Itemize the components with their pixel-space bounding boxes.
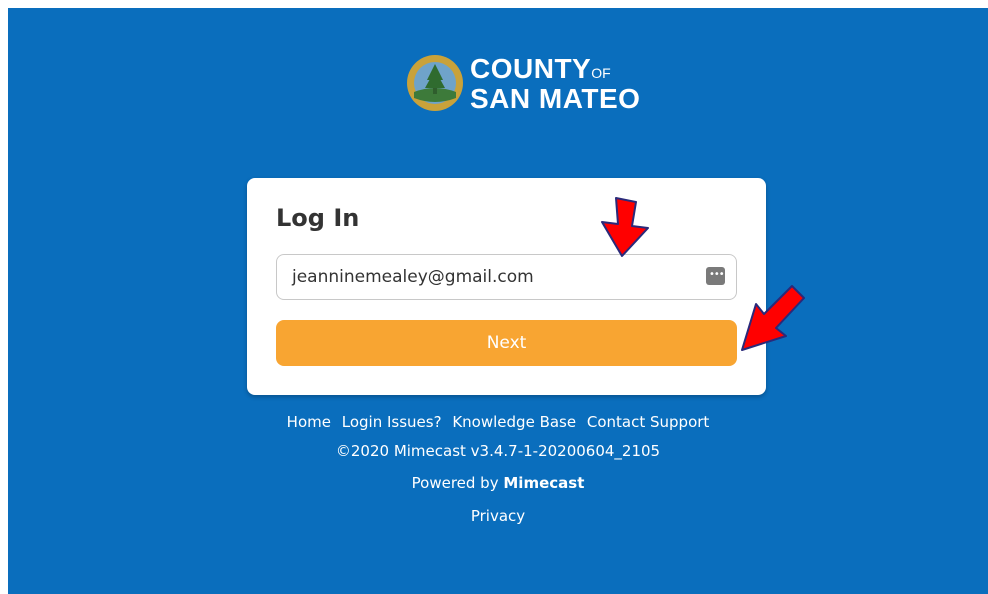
login-page: COUNTYOF SAN MATEO Log In jeanninemealey… [8,8,988,594]
home-link[interactable]: Home [287,413,331,431]
email-field[interactable]: jeanninemealey@gmail.com •••| [276,254,737,300]
logo-of-text: OF [591,65,611,81]
login-title: Log In [276,204,360,232]
login-card: Log In jeanninemealey@gmail.com •••| Nex… [247,178,766,395]
knowledge-base-link[interactable]: Knowledge Base [452,413,576,431]
email-value: jeanninemealey@gmail.com [292,267,534,287]
footer-links: Home Login Issues? Knowledge Base Contac… [8,413,988,431]
county-name: COUNTYOF SAN MATEO [470,53,641,114]
red-arrow-annotation-icon [741,285,805,351]
county-seal-icon [407,55,463,111]
next-button[interactable]: Next [276,320,737,366]
powered-brand: Mimecast [503,474,585,492]
copyright-text: ©2020 Mimecast v3.4.7-1-20200604_2105 [335,442,661,460]
privacy-link[interactable]: Privacy [471,507,525,525]
red-arrow-annotation-icon [601,197,649,257]
logo-county-text: COUNTY [470,53,592,84]
privacy: Privacy [8,507,988,525]
login-issues-link[interactable]: Login Issues? [342,413,442,431]
password-manager-icon[interactable]: •••| [706,267,727,285]
logo-san-mateo-text: SAN MATEO [470,83,641,114]
contact-support-link[interactable]: Contact Support [587,413,709,431]
powered-prefix: Powered by [411,474,499,492]
powered-by: Powered by Mimecast [8,474,988,492]
